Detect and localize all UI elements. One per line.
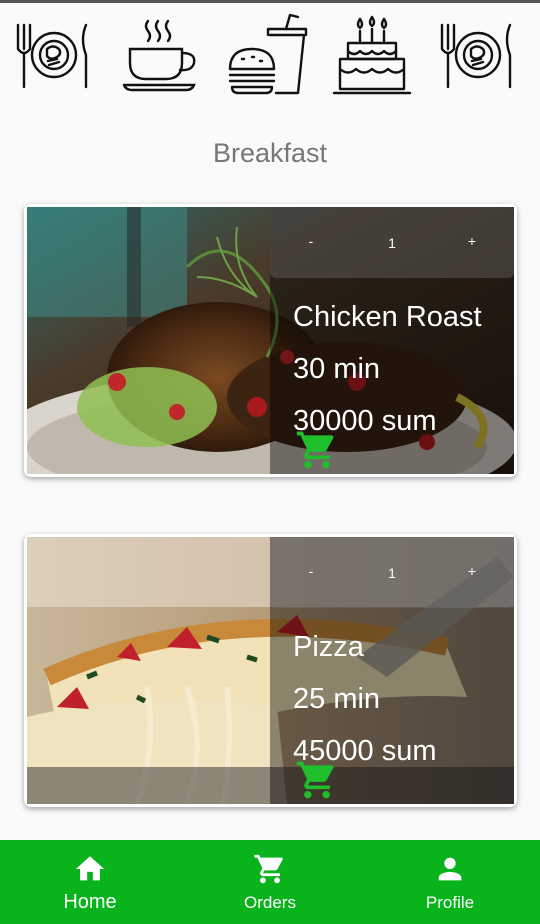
add-to-cart-button[interactable] <box>294 428 340 472</box>
increase-button[interactable]: + <box>460 563 484 579</box>
bottom-navigation: Home Orders Profile <box>0 840 540 924</box>
food-card[interactable]: - 1 + Pizza 25 min 45000 sum <box>24 534 517 807</box>
decrease-button[interactable]: - <box>299 233 323 249</box>
nav-orders-label: Orders <box>244 893 296 912</box>
plate-cutlery-icon <box>16 23 88 89</box>
quantity-value: 1 <box>388 565 396 581</box>
burger-drink-icon <box>228 13 308 95</box>
cook-time: 25 min <box>293 683 381 715</box>
category-breakfast[interactable] <box>12 13 96 97</box>
cart-icon <box>254 854 283 884</box>
nav-profile[interactable]: Profile <box>360 840 540 924</box>
cook-time: 30 min <box>293 353 381 385</box>
nav-home-label: Home <box>63 891 117 913</box>
nav-profile-label: Profile <box>425 893 475 912</box>
section-title: Breakfast <box>212 138 328 168</box>
category-desserts[interactable] <box>330 13 414 97</box>
increase-button[interactable]: + <box>460 233 484 249</box>
category-lunch[interactable] <box>436 13 520 97</box>
food-card[interactable]: - 1 + Chicken Roast 30 min 30000 sum <box>24 204 517 477</box>
status-divider <box>0 0 540 3</box>
plate-cutlery-icon <box>440 23 512 89</box>
food-info-panel: - 1 + Pizza 25 min 45000 sum <box>270 537 514 804</box>
quantity-stepper: - 1 + <box>270 537 514 608</box>
cart-icon <box>296 431 334 469</box>
food-info-panel: - 1 + Chicken Roast 30 min 30000 sum <box>270 207 514 474</box>
food-name: Chicken Roast <box>293 301 482 333</box>
nav-home[interactable]: Home <box>0 840 180 924</box>
category-drinks[interactable] <box>118 13 202 97</box>
quantity-value: 1 <box>388 235 396 251</box>
quantity-stepper: - 1 + <box>270 207 514 278</box>
nav-orders[interactable]: Orders <box>180 840 360 924</box>
cart-icon <box>296 761 334 799</box>
coffee-cup-icon <box>122 19 196 92</box>
person-icon <box>438 857 462 881</box>
add-to-cart-button[interactable] <box>294 758 340 802</box>
category-fast-food[interactable] <box>224 13 308 97</box>
home-icon <box>75 856 105 881</box>
birthday-cake-icon <box>332 15 412 95</box>
category-bar <box>0 10 540 100</box>
food-name: Pizza <box>293 631 364 663</box>
decrease-button[interactable]: - <box>299 563 323 579</box>
